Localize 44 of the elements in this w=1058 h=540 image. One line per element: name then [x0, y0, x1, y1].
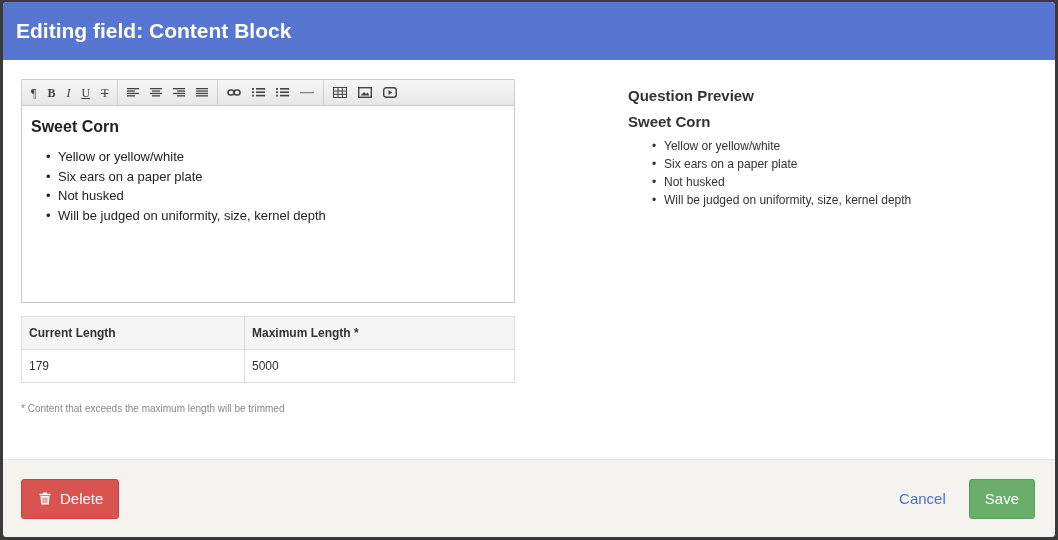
- rich-text-editor[interactable]: ¶ B I U T Sweet Corn • Yellow or yellow/white • Six ears on a paper plate • Not husked • Will be judged on uniformity, size, kernel depth: [21, 79, 515, 303]
- dialog-title: Editing field: Content Block: [16, 19, 292, 43]
- bullet: •: [652, 174, 658, 191]
- format-button[interactable]: T: [101, 86, 109, 99]
- delete-button[interactable]: Delete: [21, 478, 120, 519]
- bullet: •: [46, 167, 52, 186]
- preview-heading: Sweet Corn: [628, 113, 712, 130]
- list-item: Six ears on a paper plate: [58, 167, 203, 186]
- list-item: Will be judged on uniformity, size, kernel depth: [58, 206, 326, 225]
- align-right-icon[interactable]: [173, 88, 186, 97]
- image-icon[interactable]: [358, 87, 373, 98]
- bullet: •: [652, 156, 658, 173]
- trash-icon: [39, 492, 51, 505]
- align-left-icon[interactable]: [127, 88, 140, 97]
- bullet: •: [652, 192, 658, 209]
- preview-list-item: Not husked: [664, 174, 725, 191]
- list-item: Not husked: [58, 187, 124, 205]
- preview-list-item: Yellow or yellow/white: [664, 138, 781, 155]
- table-cell: 179: [21, 349, 245, 383]
- numbered-list-icon[interactable]: [276, 88, 290, 97]
- column-header: Current Length: [21, 316, 245, 350]
- table-icon[interactable]: [333, 87, 348, 98]
- bullet: •: [46, 206, 52, 225]
- bullet-list-icon[interactable]: [252, 88, 266, 97]
- table-cell: 5000: [244, 349, 515, 383]
- link-icon[interactable]: [227, 88, 242, 97]
- bullet: •: [46, 148, 52, 166]
- list-item: Yellow or yellow/white: [58, 148, 184, 166]
- bullet: •: [46, 187, 52, 205]
- preview-list-item: Six ears on a paper plate: [664, 156, 798, 173]
- format-button[interactable]: I: [66, 86, 71, 99]
- footnote: * Content that exceeds the maximum length will be trimmed: [21, 403, 286, 414]
- preview-title: Question Preview: [628, 87, 755, 104]
- video-icon[interactable]: [383, 87, 398, 98]
- justify-icon[interactable]: [196, 88, 209, 97]
- format-button[interactable]: U: [81, 86, 91, 99]
- bullet: •: [652, 138, 658, 155]
- align-center-icon[interactable]: [150, 88, 163, 97]
- column-header: Maximum Length *: [244, 316, 515, 350]
- preview-list-item: Will be judged on uniformity, size, kernel depth: [664, 192, 912, 209]
- format-button[interactable]: B: [47, 86, 56, 99]
- format-button[interactable]: ¶: [31, 86, 37, 99]
- cancel-link[interactable]: Cancel: [899, 490, 946, 507]
- content-heading: Sweet Corn: [31, 118, 120, 136]
